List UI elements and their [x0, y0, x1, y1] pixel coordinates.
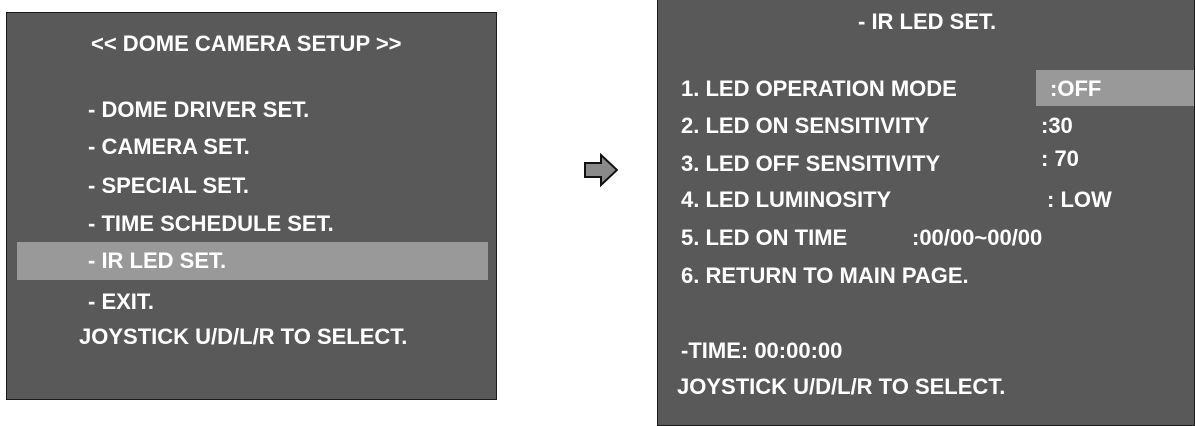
ir-led-set-menu: - IR LED SET. 1. LED OPERATION MODE :OFF… [657, 0, 1195, 426]
led-operation-mode-label[interactable]: 1. LED OPERATION MODE [681, 76, 957, 102]
menu-item-time-schedule-set[interactable]: - TIME SCHEDULE SET. [88, 211, 334, 237]
menu-item-special-set[interactable]: - SPECIAL SET. [88, 173, 249, 199]
led-on-sensitivity-value[interactable]: :30 [1041, 113, 1073, 139]
led-luminosity-value[interactable]: : LOW [1047, 187, 1112, 213]
menu-item-dome-driver-set[interactable]: - DOME DRIVER SET. [88, 97, 309, 123]
submenu-title: - IR LED SET. [858, 9, 997, 34]
time-display: -TIME: 00:00:00 [681, 338, 843, 363]
led-operation-mode-value[interactable]: :OFF [1050, 76, 1101, 102]
joystick-hint: JOYSTICK U/D/L/R TO SELECT. [79, 324, 408, 349]
dome-camera-setup-menu: << DOME CAMERA SETUP >> - DOME DRIVER SE… [6, 12, 497, 400]
menu-item-ir-led-set[interactable]: - IR LED SET. [88, 248, 226, 274]
joystick-hint: JOYSTICK U/D/L/R TO SELECT. [677, 374, 1006, 399]
led-on-sensitivity-label[interactable]: 2. LED ON SENSITIVITY [681, 113, 929, 139]
return-to-main-page[interactable]: 6. RETURN TO MAIN PAGE. [681, 263, 969, 289]
menu-title: << DOME CAMERA SETUP >> [91, 31, 402, 56]
menu-item-camera-set[interactable]: - CAMERA SET. [88, 134, 250, 160]
led-off-sensitivity-value[interactable]: : 70 [1041, 146, 1079, 172]
led-off-sensitivity-label[interactable]: 3. LED OFF SENSITIVITY [681, 151, 940, 177]
right-arrow-icon [584, 153, 618, 187]
led-on-time-label[interactable]: 5. LED ON TIME [681, 225, 847, 251]
led-luminosity-label[interactable]: 4. LED LUMINOSITY [681, 187, 891, 213]
led-on-time-value[interactable]: :00/00~00/00 [912, 225, 1042, 251]
menu-item-exit[interactable]: - EXIT. [88, 289, 154, 315]
